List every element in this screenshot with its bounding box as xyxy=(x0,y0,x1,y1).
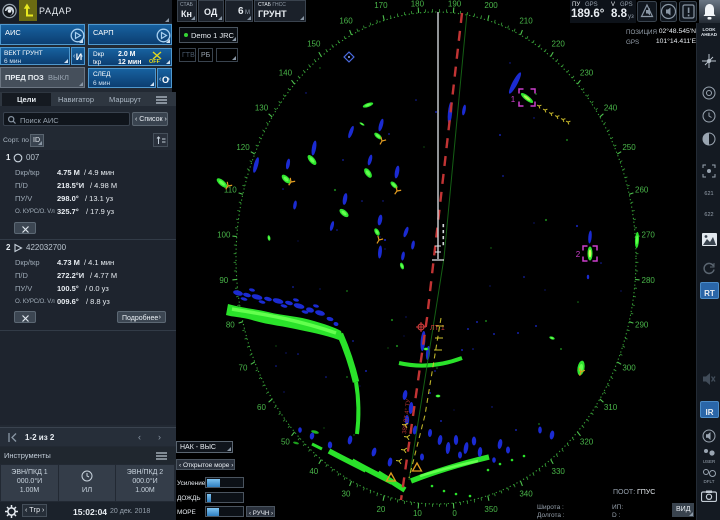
svg-text:300: 300 xyxy=(622,363,636,372)
svg-text:80: 80 xyxy=(226,321,235,330)
svg-text:100: 100 xyxy=(217,230,231,239)
svg-text:320: 320 xyxy=(580,438,594,447)
svg-text:310: 310 xyxy=(604,403,618,412)
svg-text:260: 260 xyxy=(635,186,649,195)
svg-text:240: 240 xyxy=(604,103,618,112)
svg-text:280: 280 xyxy=(642,276,656,285)
svg-text:40: 40 xyxy=(309,467,318,476)
svg-text:50: 50 xyxy=(281,438,290,447)
svg-text:350: 350 xyxy=(484,505,498,514)
svg-text:1: 1 xyxy=(511,95,516,104)
svg-text:290: 290 xyxy=(635,321,649,330)
svg-text:340: 340 xyxy=(519,490,533,499)
svg-text:250: 250 xyxy=(622,143,636,152)
svg-text:120: 120 xyxy=(236,143,250,152)
svg-text:10: 10 xyxy=(413,509,422,518)
svg-text:2: 2 xyxy=(576,250,581,259)
svg-text:70: 70 xyxy=(239,363,248,372)
svg-text:140: 140 xyxy=(279,69,293,78)
svg-text:0: 0 xyxy=(452,509,457,518)
svg-text:30: 30 xyxy=(342,490,351,499)
svg-text:90: 90 xyxy=(219,276,228,285)
svg-text:150: 150 xyxy=(307,39,321,48)
svg-text:330: 330 xyxy=(552,467,566,476)
svg-text:230: 230 xyxy=(580,69,594,78)
svg-text:270: 270 xyxy=(642,230,656,239)
svg-text:130: 130 xyxy=(255,103,269,112)
svg-text:60: 60 xyxy=(257,403,266,412)
svg-text:20: 20 xyxy=(376,505,385,514)
svg-text:220: 220 xyxy=(552,39,566,48)
